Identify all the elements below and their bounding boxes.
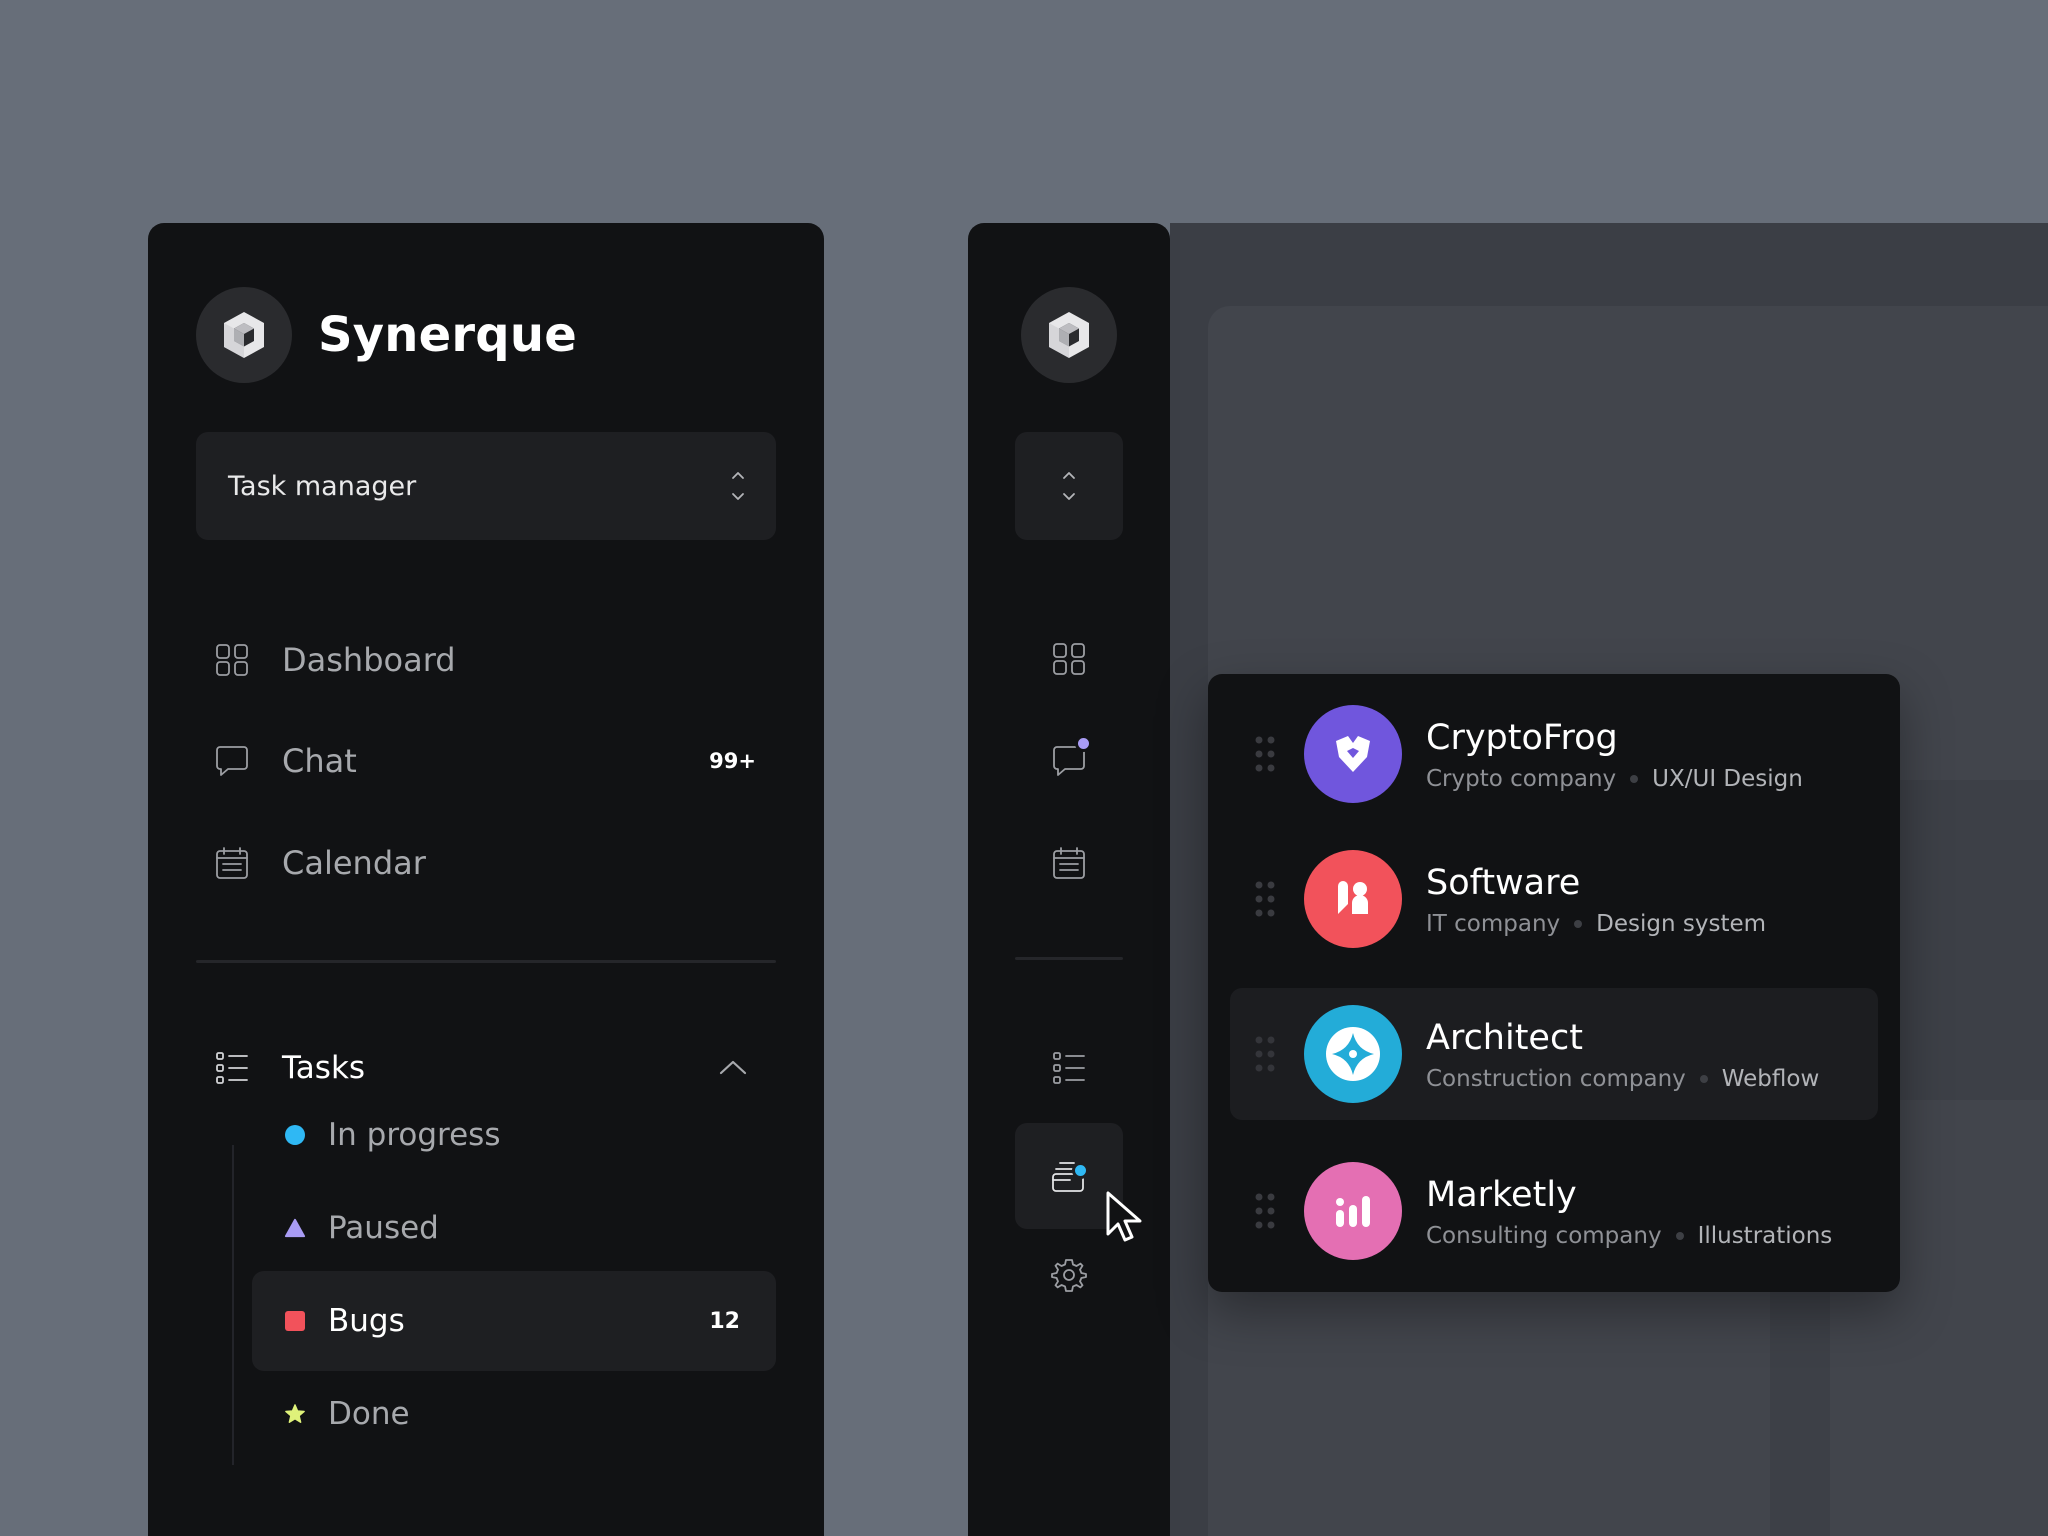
software-blocks-icon: [1304, 850, 1402, 948]
drag-handle-icon[interactable]: [1254, 1034, 1276, 1074]
project-type: Construction company: [1426, 1066, 1686, 1092]
task-status-label: Done: [328, 1396, 410, 1432]
bugs-count-badge: 12: [709, 1308, 740, 1334]
tasks-section-label: Tasks: [282, 1050, 366, 1086]
project-type: IT company: [1426, 911, 1561, 937]
collapsed-sidebar: [968, 223, 1170, 1536]
workspace-select[interactable]: Task manager: [196, 432, 776, 540]
project-tag: Webflow: [1721, 1066, 1820, 1092]
nav-divider: [196, 960, 776, 963]
task-status-paused[interactable]: Paused: [252, 1178, 776, 1278]
workspace-select-value: Task manager: [228, 470, 417, 502]
calendar-icon: [212, 843, 252, 883]
task-status-done[interactable]: Done: [252, 1364, 776, 1464]
projects-stack-icon: [1050, 1158, 1089, 1194]
drag-handle-icon[interactable]: [1254, 879, 1276, 919]
workspace-select-collapsed[interactable]: [1015, 432, 1123, 540]
task-status-label: Paused: [328, 1210, 439, 1246]
status-star-icon: [284, 1403, 306, 1425]
project-name: CryptoFrog: [1426, 718, 1618, 758]
meta-separator: [1574, 920, 1583, 928]
nav-item-label: Calendar: [282, 844, 426, 882]
chevron-up-icon: [718, 1058, 748, 1078]
rail-dashboard-button[interactable]: [1015, 609, 1123, 709]
mouse-cursor-icon: [1104, 1190, 1148, 1244]
project-name: Software: [1426, 863, 1581, 903]
meta-separator: [1675, 1232, 1684, 1240]
projects-popover: CryptoFrog Crypto company UX/UI Design S…: [1208, 674, 1900, 1292]
status-circle-icon: [284, 1124, 306, 1146]
project-item-architect[interactable]: Architect Construction company Webflow: [1230, 988, 1878, 1120]
project-item-marketly[interactable]: Marketly Consulting company Illustration…: [1230, 1145, 1878, 1277]
project-name: Architect: [1426, 1018, 1583, 1058]
nav-item-label: Chat: [282, 742, 357, 780]
nav-item-chat[interactable]: Chat 99+: [212, 731, 760, 791]
drag-handle-icon[interactable]: [1254, 1191, 1276, 1231]
drag-handle-icon[interactable]: [1254, 734, 1276, 774]
calendar-icon: [1051, 845, 1087, 881]
nav-item-calendar[interactable]: Calendar: [212, 833, 760, 893]
task-tree-line: [232, 1145, 234, 1465]
project-name: Marketly: [1426, 1175, 1577, 1215]
architect-star-icon: [1304, 1005, 1402, 1103]
project-tag: UX/UI Design: [1652, 766, 1803, 792]
project-tag: Illustrations: [1697, 1223, 1833, 1249]
task-status-label: Bugs: [328, 1303, 405, 1339]
settings-gear-icon: [1051, 1257, 1087, 1293]
status-triangle-icon: [284, 1217, 306, 1239]
chevron-up-down-icon: [728, 466, 748, 506]
project-type: Crypto company: [1426, 766, 1617, 792]
project-item-software[interactable]: Software IT company Design system: [1230, 833, 1878, 965]
task-status-label: In progress: [328, 1117, 501, 1153]
brand-header: Synerque: [196, 287, 577, 383]
rail-chat-button[interactable]: [1015, 711, 1123, 811]
project-tag: Design system: [1596, 911, 1767, 937]
dashboard-grid-icon: [212, 640, 252, 680]
chat-notification-dot: [1075, 735, 1092, 752]
bar-chart-icon: [1304, 1162, 1402, 1260]
brand-name: Synerque: [318, 307, 577, 363]
project-type: Consulting company: [1426, 1223, 1662, 1249]
expanded-sidebar: Synerque Task manager Dashboard Chat 99+…: [148, 223, 824, 1536]
project-item-cryptofrog[interactable]: CryptoFrog Crypto company UX/UI Design: [1230, 688, 1878, 820]
meta-separator: [1630, 775, 1639, 783]
chat-count-badge: 99+: [709, 749, 756, 773]
projects-notification-dot: [1072, 1162, 1089, 1179]
rail-calendar-button[interactable]: [1015, 813, 1123, 913]
chat-bubble-icon: [1051, 735, 1092, 779]
cube-logo-icon[interactable]: [1021, 287, 1117, 383]
background-strip: [1900, 780, 2048, 1100]
nav-item-dashboard[interactable]: Dashboard: [212, 630, 760, 690]
status-square-icon: [284, 1310, 306, 1332]
rail-tasks-button[interactable]: [1015, 1018, 1123, 1118]
meta-separator: [1699, 1075, 1708, 1083]
task-list-icon: [212, 1048, 252, 1088]
nav-item-label: Dashboard: [282, 641, 456, 679]
cube-logo-icon[interactable]: [196, 287, 292, 383]
chevron-up-down-icon: [1059, 466, 1079, 506]
chat-bubble-icon: [212, 741, 252, 781]
rail-divider: [1015, 957, 1123, 960]
task-list-icon: [1051, 1050, 1087, 1086]
task-status-in-progress[interactable]: In progress: [252, 1085, 776, 1185]
frog-shield-icon: [1304, 705, 1402, 803]
task-status-bugs[interactable]: Bugs 12: [252, 1271, 776, 1371]
dashboard-grid-icon: [1051, 641, 1087, 677]
